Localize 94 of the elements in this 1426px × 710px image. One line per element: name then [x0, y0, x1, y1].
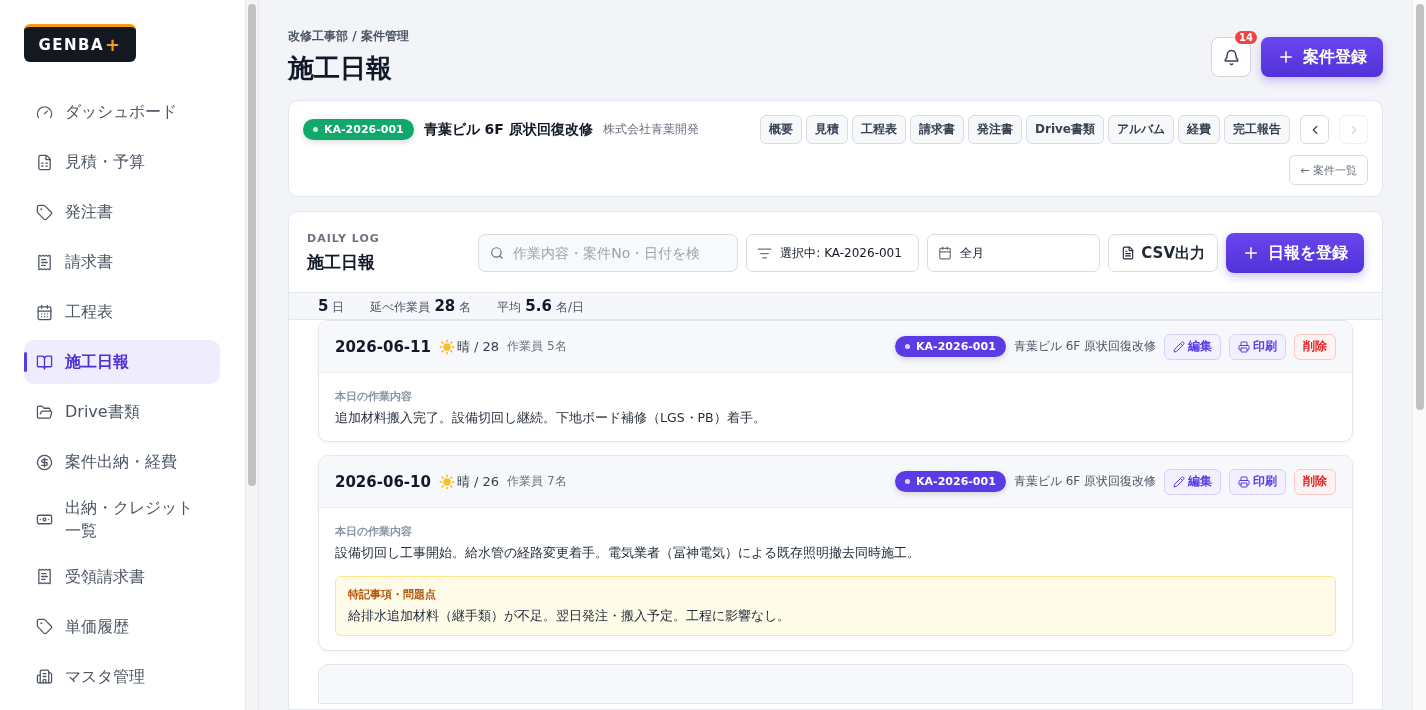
notification-count: 14 — [1235, 31, 1257, 44]
sun-icon — [438, 473, 455, 490]
project-tab[interactable]: 発注書 — [968, 115, 1023, 144]
field-label: 本日の作業内容 — [335, 389, 413, 404]
tag-icon — [36, 203, 53, 221]
sidebar-item[interactable]: Drive書類 — [24, 390, 220, 434]
project-name: 青葉ビル 6F 原状回復改修 — [1013, 473, 1156, 490]
sidebar-item[interactable]: マスタ管理 — [24, 654, 220, 699]
project-filter[interactable]: 選択中: KA-2026-001 — [746, 234, 920, 272]
project-tab[interactable]: 請求書 — [910, 115, 965, 144]
stat-unit: 日 — [332, 298, 345, 316]
receipt-icon — [36, 567, 53, 585]
project-tab[interactable]: 完工報告 — [1224, 115, 1290, 144]
printer-icon — [1238, 475, 1250, 488]
month-picker[interactable]: 全月 — [927, 234, 1101, 272]
register-project-button[interactable]: 案件登録 — [1261, 37, 1383, 77]
plus-icon — [1277, 48, 1295, 66]
sidebar-item[interactable]: 見積・予算 — [24, 140, 220, 184]
print-button[interactable]: 印刷 — [1229, 333, 1286, 360]
pencil-icon — [1173, 475, 1185, 488]
logo: GENBA+ — [24, 24, 136, 62]
delete-button[interactable]: 削除 — [1294, 333, 1336, 360]
sidebar-item[interactable]: 発注書 — [24, 190, 220, 234]
building-icon — [36, 667, 53, 685]
sidebar-item[interactable]: ダッシュボード — [24, 90, 220, 134]
report-date: 2026-06-10 — [335, 472, 431, 491]
report-date: 2026-06-11 — [335, 337, 431, 356]
notice-text: 給排水追加材料（継手類）が不足。翌日発注・搬入予定。工程に影響なし。 — [348, 608, 791, 625]
pencil-icon — [1173, 340, 1185, 353]
project-code-tag: KA-2026-001 — [895, 336, 1006, 357]
weather-text: 晴 / 28 — [456, 337, 500, 356]
print-button[interactable]: 印刷 — [1229, 468, 1286, 495]
stat-unit: 名 — [459, 298, 472, 316]
breadcrumb: 改修工事部 / 案件管理 — [288, 28, 409, 45]
project-name: 青葉ビル 6F 原状回復改修 — [1013, 338, 1156, 355]
section-title: 施工日報 — [307, 251, 376, 274]
project-code-tag: KA-2026-001 — [895, 471, 1006, 492]
book-icon — [36, 353, 53, 371]
project-name: 青葉ビル 6F 原状回復改修 — [423, 120, 593, 139]
filter-icon — [757, 245, 773, 261]
previous-button[interactable] — [1300, 115, 1329, 144]
printer-icon — [1238, 340, 1250, 353]
field-label: 本日の作業内容 — [335, 524, 413, 539]
scrollbar[interactable] — [245, 0, 259, 710]
sidebar-item[interactable]: 施工日報 — [24, 340, 220, 384]
notice-label: 特記事項・問題点 — [348, 587, 437, 602]
stat-unit: 名/日 — [555, 298, 584, 316]
csv-export-button[interactable]: CSV出力 — [1108, 234, 1218, 272]
weather-text: 晴 / 26 — [456, 472, 500, 491]
project-tab[interactable]: アルバム — [1108, 115, 1174, 144]
folder-icon — [36, 403, 53, 421]
section-eyebrow: DAILY LOG — [307, 232, 380, 245]
edit-button[interactable]: 編集 — [1164, 333, 1221, 360]
project-tab[interactable]: 経費 — [1178, 115, 1220, 144]
stat-value: 28 — [434, 296, 456, 315]
dollar-icon — [36, 453, 53, 471]
document-icon — [36, 153, 53, 171]
scrollbar[interactable] — [1412, 0, 1426, 710]
delete-button[interactable]: 削除 — [1294, 468, 1336, 495]
client-name: 株式会社青葉開発 — [602, 121, 700, 138]
search-icon — [490, 246, 505, 260]
receipt-icon — [36, 253, 53, 271]
stat-value: 5 — [318, 296, 329, 315]
sidebar-item[interactable]: 工程表 — [24, 290, 220, 334]
calendar-icon — [938, 246, 953, 260]
project-tab[interactable]: Drive書類 — [1026, 115, 1104, 144]
worker-count: 作業員 7名 — [507, 473, 568, 490]
bell-icon — [1222, 48, 1240, 66]
plus-icon — [1242, 244, 1260, 262]
back-to-list-button[interactable]: ← 案件一覧 — [1289, 155, 1368, 185]
search-field[interactable]: 作業内容・案件No・日付を検 — [478, 234, 739, 272]
project-tab[interactable]: 概要 — [760, 115, 803, 144]
page-title: 施工日報 — [288, 52, 393, 85]
tag-icon — [36, 617, 53, 635]
worker-count: 作業員 5名 — [507, 338, 568, 355]
project-code-tag: KA-2026-001 — [303, 119, 414, 140]
stat-label: 延べ作業員 — [370, 298, 431, 316]
project-tab[interactable]: 見積 — [806, 115, 849, 144]
edit-button[interactable]: 編集 — [1164, 468, 1221, 495]
sidebar-item[interactable]: 出納・クレジット一覧 — [24, 490, 220, 549]
stat-label: 平均 — [497, 298, 522, 316]
sidebar-item[interactable]: 案件出納・経費 — [24, 440, 220, 484]
work-description: 追加材料搬入完了。設備切回し継続。下地ボード補修（LGS・PB）着手。 — [335, 410, 767, 427]
stat-value: 5.6 — [525, 296, 552, 315]
sidebar-item[interactable]: 単価履歴 — [24, 604, 220, 649]
sidebar-item[interactable]: 受領請求書 — [24, 554, 220, 599]
document-icon — [1121, 246, 1136, 260]
add-report-button[interactable]: 日報を登録 — [1226, 233, 1364, 273]
sidebar-item[interactable]: 請求書 — [24, 240, 220, 284]
sun-icon — [438, 338, 455, 355]
work-description: 設備切回し工事開始。給水管の経路変更着手。電気業者（冨神電気）による既存照明撤去同時施工。 — [335, 545, 921, 562]
gauge-icon — [36, 103, 53, 121]
calendar-icon — [36, 303, 53, 321]
project-tab[interactable]: 工程表 — [852, 115, 907, 144]
